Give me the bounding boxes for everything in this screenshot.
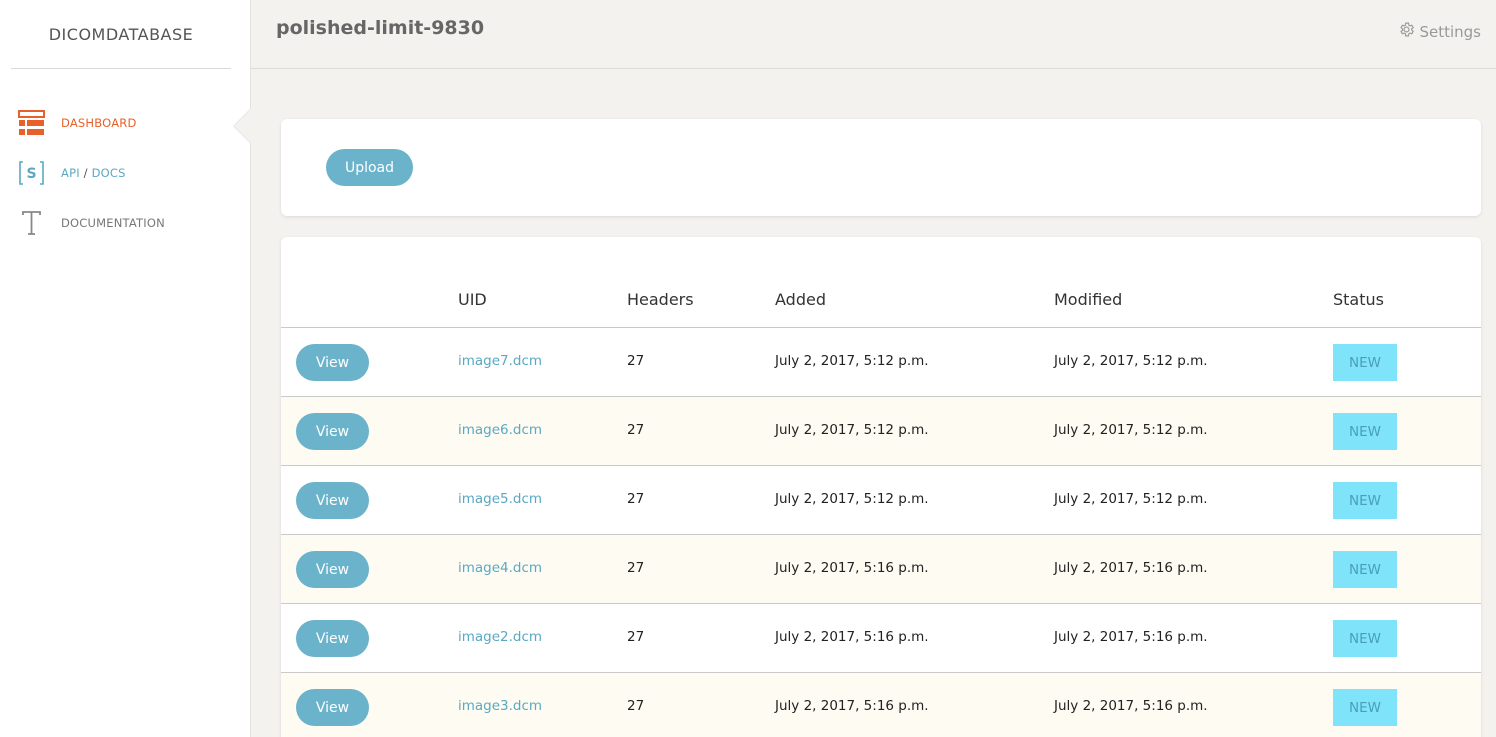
page-title: polished-limit-9830 [276, 17, 485, 39]
sidebar-item-api-docs[interactable]: S API / DOCS [0, 153, 250, 193]
top-bar: polished-limit-9830 Settings [251, 0, 1496, 69]
view-button[interactable]: View [296, 551, 369, 588]
status-badge: NEW [1333, 344, 1397, 381]
sidebar-item-documentation[interactable]: DOCUMENTATION [0, 203, 250, 243]
gear-icon [1398, 21, 1415, 42]
uid-link[interactable]: image6.dcm [458, 422, 542, 438]
table-row: View image3.dcm 27 July 2, 2017, 5:16 p.… [281, 673, 1481, 737]
column-header-headers[interactable]: Headers [627, 290, 694, 309]
view-button[interactable]: View [296, 620, 369, 657]
table-row: View image2.dcm 27 July 2, 2017, 5:16 p.… [281, 604, 1481, 673]
sidebar-item-label: DOCUMENTATION [61, 216, 165, 230]
uid-link[interactable]: image5.dcm [458, 491, 542, 507]
modified-date: July 2, 2017, 5:16 p.m. [1054, 560, 1208, 576]
modified-date: July 2, 2017, 5:16 p.m. [1054, 629, 1208, 645]
upload-button[interactable]: Upload [326, 149, 413, 186]
upload-card: Upload [281, 119, 1481, 216]
sidebar: DICOMDATABASE DASHBOARD S API / DOCS DOC… [0, 0, 251, 737]
headers-count: 27 [627, 353, 645, 369]
status-badge: NEW [1333, 620, 1397, 657]
table-row: View image7.dcm 27 July 2, 2017, 5:12 p.… [281, 328, 1481, 397]
headers-count: 27 [627, 560, 645, 576]
status-badge: NEW [1333, 551, 1397, 588]
api-link[interactable]: API [61, 166, 80, 180]
modified-date: July 2, 2017, 5:12 p.m. [1054, 491, 1208, 507]
column-header-status[interactable]: Status [1333, 290, 1384, 309]
modified-date: July 2, 2017, 5:16 p.m. [1054, 698, 1208, 714]
documentation-icon [18, 210, 45, 236]
table-row: View image4.dcm 27 July 2, 2017, 5:16 p.… [281, 535, 1481, 604]
headers-count: 27 [627, 491, 645, 507]
docs-link[interactable]: DOCS [92, 166, 126, 180]
view-button[interactable]: View [296, 689, 369, 726]
column-header-uid[interactable]: UID [458, 290, 487, 309]
added-date: July 2, 2017, 5:16 p.m. [775, 629, 929, 645]
sidebar-item-label: API / DOCS [61, 166, 126, 180]
status-badge: NEW [1333, 689, 1397, 726]
uid-link[interactable]: image7.dcm [458, 353, 542, 369]
api-docs-separator: / [83, 166, 88, 180]
headers-count: 27 [627, 629, 645, 645]
uid-link[interactable]: image2.dcm [458, 629, 542, 645]
brand-logo[interactable]: DICOMDATABASE [11, 0, 231, 69]
added-date: July 2, 2017, 5:12 p.m. [775, 491, 929, 507]
api-docs-icon: S [18, 160, 45, 186]
sidebar-item-dashboard[interactable]: DASHBOARD [0, 103, 250, 143]
column-header-modified[interactable]: Modified [1054, 290, 1122, 309]
view-button[interactable]: View [296, 482, 369, 519]
headers-count: 27 [627, 698, 645, 714]
added-date: July 2, 2017, 5:16 p.m. [775, 698, 929, 714]
column-header-added[interactable]: Added [775, 290, 826, 309]
status-badge: NEW [1333, 413, 1397, 450]
dashboard-icon [18, 110, 45, 136]
modified-date: July 2, 2017, 5:12 p.m. [1054, 353, 1208, 369]
files-table: UID Headers Added Modified Status View i… [281, 237, 1481, 737]
settings-link[interactable]: Settings [1398, 21, 1481, 42]
view-button[interactable]: View [296, 413, 369, 450]
uid-link[interactable]: image3.dcm [458, 698, 542, 714]
settings-label: Settings [1419, 22, 1481, 41]
table-row: View image6.dcm 27 July 2, 2017, 5:12 p.… [281, 397, 1481, 466]
added-date: July 2, 2017, 5:12 p.m. [775, 422, 929, 438]
uid-link[interactable]: image4.dcm [458, 560, 542, 576]
view-button[interactable]: View [296, 344, 369, 381]
status-badge: NEW [1333, 482, 1397, 519]
svg-text:S: S [26, 166, 36, 182]
added-date: July 2, 2017, 5:16 p.m. [775, 560, 929, 576]
headers-count: 27 [627, 422, 645, 438]
table-row: View image5.dcm 27 July 2, 2017, 5:12 p.… [281, 466, 1481, 535]
modified-date: July 2, 2017, 5:12 p.m. [1054, 422, 1208, 438]
sidebar-item-label: DASHBOARD [61, 116, 137, 130]
active-indicator [234, 109, 251, 143]
added-date: July 2, 2017, 5:12 p.m. [775, 353, 929, 369]
